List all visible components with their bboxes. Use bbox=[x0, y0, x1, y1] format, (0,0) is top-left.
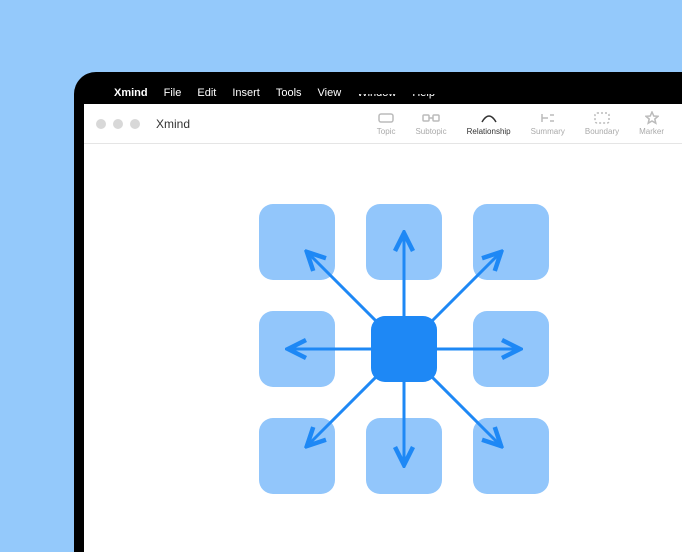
menubar-file[interactable]: File bbox=[164, 87, 182, 99]
toolbar-label: Relationship bbox=[467, 127, 511, 136]
toolbar-label: Boundary bbox=[585, 127, 619, 136]
center-node[interactable] bbox=[371, 316, 437, 382]
subtopic-icon bbox=[422, 111, 440, 125]
toolbar-label: Marker bbox=[639, 127, 664, 136]
toolbar-marker[interactable]: Marker bbox=[629, 111, 674, 136]
menubar-tools[interactable]: Tools bbox=[276, 87, 302, 99]
menubar-app-name[interactable]: Xmind bbox=[114, 87, 148, 99]
toolbar-topic[interactable]: Topic bbox=[367, 111, 406, 136]
toolbar-boundary[interactable]: Boundary bbox=[575, 111, 629, 136]
laptop-frame: Xmind File Edit Insert Tools View Window… bbox=[74, 72, 682, 552]
toolbar: Topic Subtopic Relationship bbox=[367, 111, 682, 136]
topic-icon bbox=[377, 111, 395, 125]
toolbar-label: Subtopic bbox=[415, 127, 446, 136]
relationship-icon bbox=[480, 111, 498, 125]
toolbar-insert[interactable]: Ins bbox=[674, 111, 682, 136]
summary-icon bbox=[539, 111, 557, 125]
screen: Xmind File Edit Insert Tools View Window… bbox=[84, 82, 682, 552]
toolbar-label: Summary bbox=[531, 127, 565, 136]
menubar-edit[interactable]: Edit bbox=[197, 87, 216, 99]
canvas[interactable] bbox=[84, 144, 682, 552]
menubar-view[interactable]: View bbox=[318, 87, 342, 99]
close-button[interactable] bbox=[96, 119, 106, 129]
toolbar-summary[interactable]: Summary bbox=[521, 111, 575, 136]
minimize-button[interactable] bbox=[113, 119, 123, 129]
menubar-insert[interactable]: Insert bbox=[232, 87, 260, 99]
titlebar: Xmind Topic Subtopic bbox=[84, 104, 682, 144]
toolbar-subtopic[interactable]: Subtopic bbox=[405, 111, 456, 136]
app-window: Xmind Topic Subtopic bbox=[84, 104, 682, 552]
maximize-button[interactable] bbox=[130, 119, 140, 129]
diagram bbox=[259, 204, 549, 494]
marker-icon bbox=[643, 111, 661, 125]
window-title: Xmind bbox=[156, 117, 190, 131]
toolbar-label: Topic bbox=[377, 127, 396, 136]
traffic-lights bbox=[96, 119, 140, 129]
camera-notch bbox=[344, 82, 464, 94]
toolbar-relationship[interactable]: Relationship bbox=[457, 111, 521, 136]
boundary-icon bbox=[593, 111, 611, 125]
